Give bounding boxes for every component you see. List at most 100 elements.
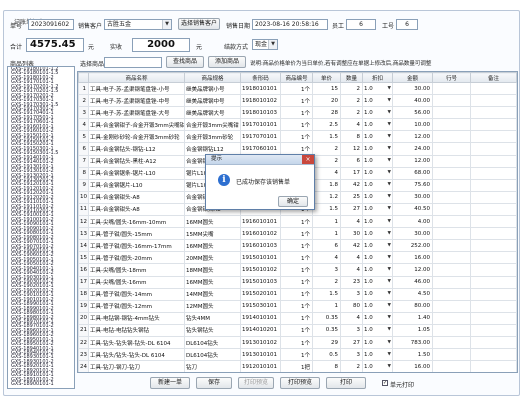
table-cell[interactable]: 工具-管子钳/圆头-16mm-17mm xyxy=(88,239,185,253)
table-cell[interactable]: 工具-钻刀-钢刀-钻刀 xyxy=(88,360,185,372)
table-cell[interactable]: 1.5 xyxy=(312,130,341,144)
table-cell[interactable]: 工具-尖嘴/圆头-16mm-10mm xyxy=(88,215,185,229)
table-cell[interactable]: 17 xyxy=(340,166,363,180)
table-cell[interactable]: 18MM圆头 xyxy=(184,263,241,277)
table-cell[interactable] xyxy=(432,154,471,168)
table-cell[interactable]: 2 xyxy=(312,275,341,289)
discount-select[interactable]: 1.0 ▼ xyxy=(364,134,391,140)
table-cell[interactable]: 1个 xyxy=(280,251,313,265)
product-list-item[interactable]: GXS-18900101-1 xyxy=(8,381,74,387)
table-cell[interactable] xyxy=(432,178,471,192)
table-cell[interactable]: 工具-合金钢钳子-合金开锻3mm尖嘴钳 xyxy=(88,118,185,132)
table-cell[interactable]: 40.00 xyxy=(392,94,433,108)
table-cell[interactable] xyxy=(432,299,471,313)
discount-select[interactable]: 1.0 ▼ xyxy=(364,231,391,237)
table-cell[interactable]: 4 xyxy=(312,251,341,265)
discount-select[interactable]: 1.0 ▼ xyxy=(364,146,391,152)
print-preview-button[interactable]: 打印预览 xyxy=(238,377,274,389)
table-row[interactable]: 4 工具-合金钢钳子-合金开锻3mm尖嘴钳 合金开锻3mm尖嘴钳 1917010101… xyxy=(78,118,517,132)
table-cell[interactable]: 12.00 xyxy=(392,130,433,144)
close-icon[interactable]: × xyxy=(302,155,314,164)
discount-cell[interactable]: 1.0 ▼ xyxy=(362,118,393,132)
table-cell[interactable]: 1.2 xyxy=(312,190,341,204)
table-cell[interactable]: 继美品牌钢中号 xyxy=(184,94,241,108)
table-cell[interactable]: 2 xyxy=(340,94,363,108)
table-row[interactable]: 22 工具-钻头-钻头钢-钻头-DL 6104 DL6104钻头 1913010102… xyxy=(78,335,517,350)
table-cell[interactable]: 工具-合金钢钻头-黑柱-A12 xyxy=(88,154,185,168)
discount-select[interactable]: 1.0 ▼ xyxy=(364,303,391,309)
table-cell[interactable]: 1918010103 xyxy=(240,106,281,120)
table-cell[interactable]: 1个 xyxy=(280,299,313,313)
table-row[interactable]: 24 工具-钻刀-钢刀-钻刀 钻刀 1912010101 1把 8 2 1.0 ▼ 16.00 xyxy=(78,360,517,372)
table-cell[interactable]: 42 xyxy=(340,178,363,192)
table-cell[interactable]: 工具-钻头-钻头钢-钻头-DL 6104 xyxy=(88,335,185,350)
table-cell[interactable]: 1915030101 xyxy=(240,299,281,313)
table-cell[interactable] xyxy=(470,94,517,108)
table-cell[interactable]: 1916010102 xyxy=(240,227,281,241)
table-cell[interactable]: 1个 xyxy=(280,311,313,325)
table-cell[interactable]: 1个 xyxy=(280,263,313,277)
discount-cell[interactable]: 1.0 ▼ xyxy=(362,81,393,96)
discount-select[interactable]: 1.0 ▼ xyxy=(364,182,391,188)
print-settings-button[interactable]: 打印预览 xyxy=(280,377,320,389)
table-cell[interactable] xyxy=(470,166,517,180)
table-cell[interactable]: 1918010102 xyxy=(240,94,281,108)
discount-select[interactable]: 1.0 ▼ xyxy=(364,315,391,321)
table-cell[interactable]: 合金开锻3mm尖嘴钳 xyxy=(184,118,241,132)
table-cell[interactable]: 2 xyxy=(340,360,363,372)
order-lines-grid[interactable]: 商品名称 商品规格 条形码 商品编号 单价 数量 折扣 金额 行号 备注 1 工具-电子-苏-孟渠钢… xyxy=(77,71,518,373)
table-cell[interactable]: 6 xyxy=(312,239,341,253)
discount-select[interactable]: 1.0 ▼ xyxy=(364,98,391,104)
table-cell[interactable]: 2.5 xyxy=(312,118,341,132)
column-header[interactable]: 备注 xyxy=(470,72,517,83)
table-cell[interactable] xyxy=(432,348,471,362)
table-cell[interactable] xyxy=(432,335,471,350)
table-cell[interactable] xyxy=(470,178,517,192)
table-cell[interactable]: 4.50 xyxy=(392,287,433,301)
table-cell[interactable] xyxy=(432,94,471,108)
table-cell[interactable] xyxy=(470,299,517,313)
column-header[interactable]: 金额 xyxy=(392,72,433,83)
table-cell[interactable]: 23 xyxy=(340,275,363,289)
table-cell[interactable]: 1913010102 xyxy=(240,335,281,350)
table-row[interactable]: 19 工具-管子钳/圆头-12mm 12MM圆头 1915030101 1个 1 80 1.0… xyxy=(78,299,517,313)
table-cell[interactable]: 工具-电钻钢-钢钻-4mm钻头 xyxy=(88,311,185,325)
discount-cell[interactable]: 1.0 ▼ xyxy=(362,106,393,120)
table-cell[interactable]: 42 xyxy=(340,239,363,253)
discount-cell[interactable]: 1.0 ▼ xyxy=(362,130,393,144)
table-cell[interactable] xyxy=(432,287,471,301)
table-cell[interactable]: 0.35 xyxy=(312,311,341,325)
table-cell[interactable]: 继美品牌钢小号 xyxy=(184,81,241,96)
table-cell[interactable] xyxy=(432,130,471,144)
discount-cell[interactable]: 1.0 ▼ xyxy=(362,275,393,289)
discount-select[interactable]: 1.0 ▼ xyxy=(364,122,391,128)
discount-cell[interactable]: 1.0 ▼ xyxy=(362,335,393,350)
table-cell[interactable] xyxy=(432,311,471,325)
column-header[interactable]: 行号 xyxy=(432,72,471,83)
table-cell[interactable]: 16MM圆头 xyxy=(184,239,241,253)
table-cell[interactable] xyxy=(432,360,471,372)
table-cell[interactable]: 钻头钢钻头 xyxy=(184,323,241,337)
table-cell[interactable]: 783.00 xyxy=(392,335,433,350)
discount-cell[interactable]: 1.0 ▼ xyxy=(362,94,393,108)
table-cell[interactable] xyxy=(432,323,471,337)
table-cell[interactable] xyxy=(470,106,517,120)
table-cell[interactable]: 30.00 xyxy=(392,227,433,241)
table-cell[interactable]: 1917070101 xyxy=(240,130,281,144)
table-cell[interactable]: 工具-管子钳/圆头-15mm xyxy=(88,227,185,241)
table-cell[interactable]: 80.00 xyxy=(392,299,433,313)
table-cell[interactable]: 1915010101 xyxy=(240,251,281,265)
table-cell[interactable]: 2 xyxy=(340,106,363,120)
column-header[interactable]: 条形码 xyxy=(240,72,281,83)
discount-select[interactable]: 1.0 ▼ xyxy=(364,243,391,249)
table-cell[interactable]: 1915010102 xyxy=(240,263,281,277)
table-cell[interactable]: 钻刀 xyxy=(184,360,241,372)
table-cell[interactable]: 1个 xyxy=(280,227,313,241)
save-button[interactable]: 保存 xyxy=(196,377,232,389)
table-cell[interactable] xyxy=(432,81,471,96)
table-cell[interactable]: 工具-管子钳/圆头-14mm xyxy=(88,287,185,301)
table-cell[interactable]: 1.50 xyxy=(392,348,433,362)
table-cell[interactable] xyxy=(470,239,517,253)
paid-amount-field[interactable]: 2000 xyxy=(132,38,190,52)
dialog-ok-button[interactable]: 确定 xyxy=(278,196,308,207)
